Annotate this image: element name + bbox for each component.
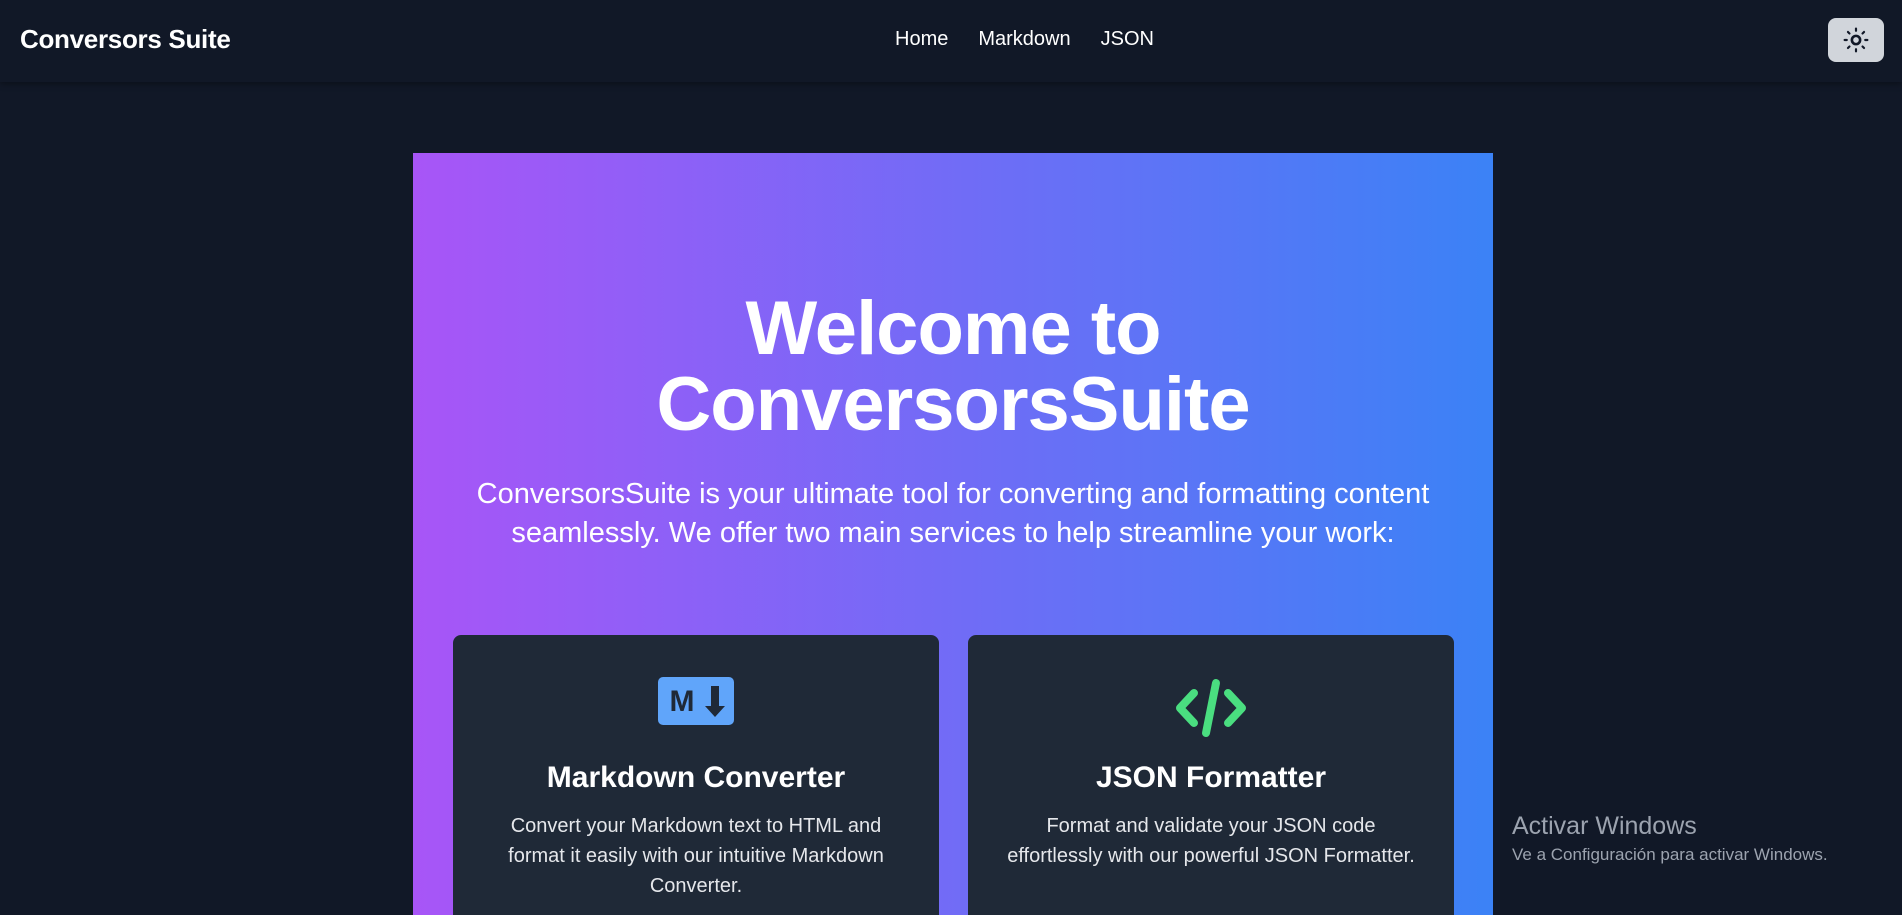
nav-link-json[interactable]: JSON	[1101, 28, 1154, 51]
markdown-icon-letter: M	[670, 685, 695, 718]
code-icon	[1172, 677, 1250, 744]
theme-toggle-button[interactable]	[1828, 18, 1884, 62]
nav-link-markdown[interactable]: Markdown	[978, 28, 1070, 51]
hero-section: Welcome to ConversorsSuite ConversorsSui…	[413, 153, 1493, 915]
brand-logo[interactable]: Conversors Suite	[20, 24, 231, 55]
hero-title: Welcome to ConversorsSuite	[413, 291, 1493, 443]
json-formatter-card[interactable]: JSON Formatter Format and validate your …	[968, 635, 1454, 915]
nav-link-home[interactable]: Home	[895, 28, 948, 51]
json-card-title: JSON Formatter	[1095, 761, 1327, 794]
markdown-card-description: Convert your Markdown text to HTML and f…	[508, 815, 884, 897]
windows-activation-watermark: Activar Windows Ve a Configuración para …	[1512, 812, 1828, 865]
markdown-card-title: Markdown Converter	[546, 761, 846, 794]
sun-icon	[1843, 27, 1869, 53]
top-navbar: Conversors Suite Home Markdown JSON	[0, 0, 1902, 82]
hero-title-line-1: Welcome to	[745, 286, 1161, 371]
watermark-title: Activar Windows	[1512, 812, 1697, 840]
json-card-description: Format and validate your JSON code effor…	[1007, 815, 1415, 867]
hero-description: ConversorsSuite is your ultimate tool fo…	[476, 478, 1430, 549]
watermark-subtitle: Ve a Configuración para activar Windows.	[1512, 845, 1828, 864]
markdown-icon: M	[658, 677, 734, 730]
main-nav: Home Markdown JSON	[895, 28, 1154, 51]
hero-title-line-2: ConversorsSuite	[656, 362, 1250, 447]
markdown-converter-card[interactable]: M Markdown Converter Convert your Markdo…	[453, 635, 939, 915]
